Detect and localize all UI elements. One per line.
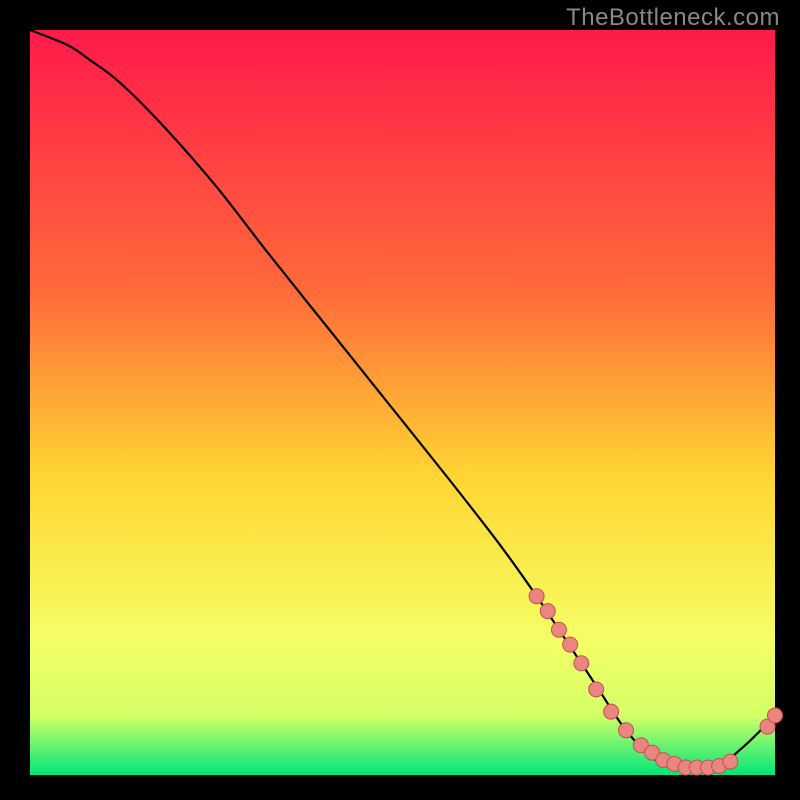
sample-dot	[723, 754, 738, 769]
bottleneck-chart	[0, 0, 800, 800]
sample-dot	[529, 589, 544, 604]
watermark-text: TheBottleneck.com	[566, 4, 780, 32]
plot-area	[30, 30, 775, 775]
sample-dot	[768, 708, 783, 723]
sample-dot	[551, 622, 566, 637]
sample-dot	[589, 682, 604, 697]
sample-dot	[604, 704, 619, 719]
sample-dot	[619, 723, 634, 738]
sample-dot	[574, 656, 589, 671]
sample-dot	[540, 604, 555, 619]
sample-dot	[563, 637, 578, 652]
chart-frame: { "watermark": "TheBottleneck.com", "col…	[0, 0, 800, 800]
